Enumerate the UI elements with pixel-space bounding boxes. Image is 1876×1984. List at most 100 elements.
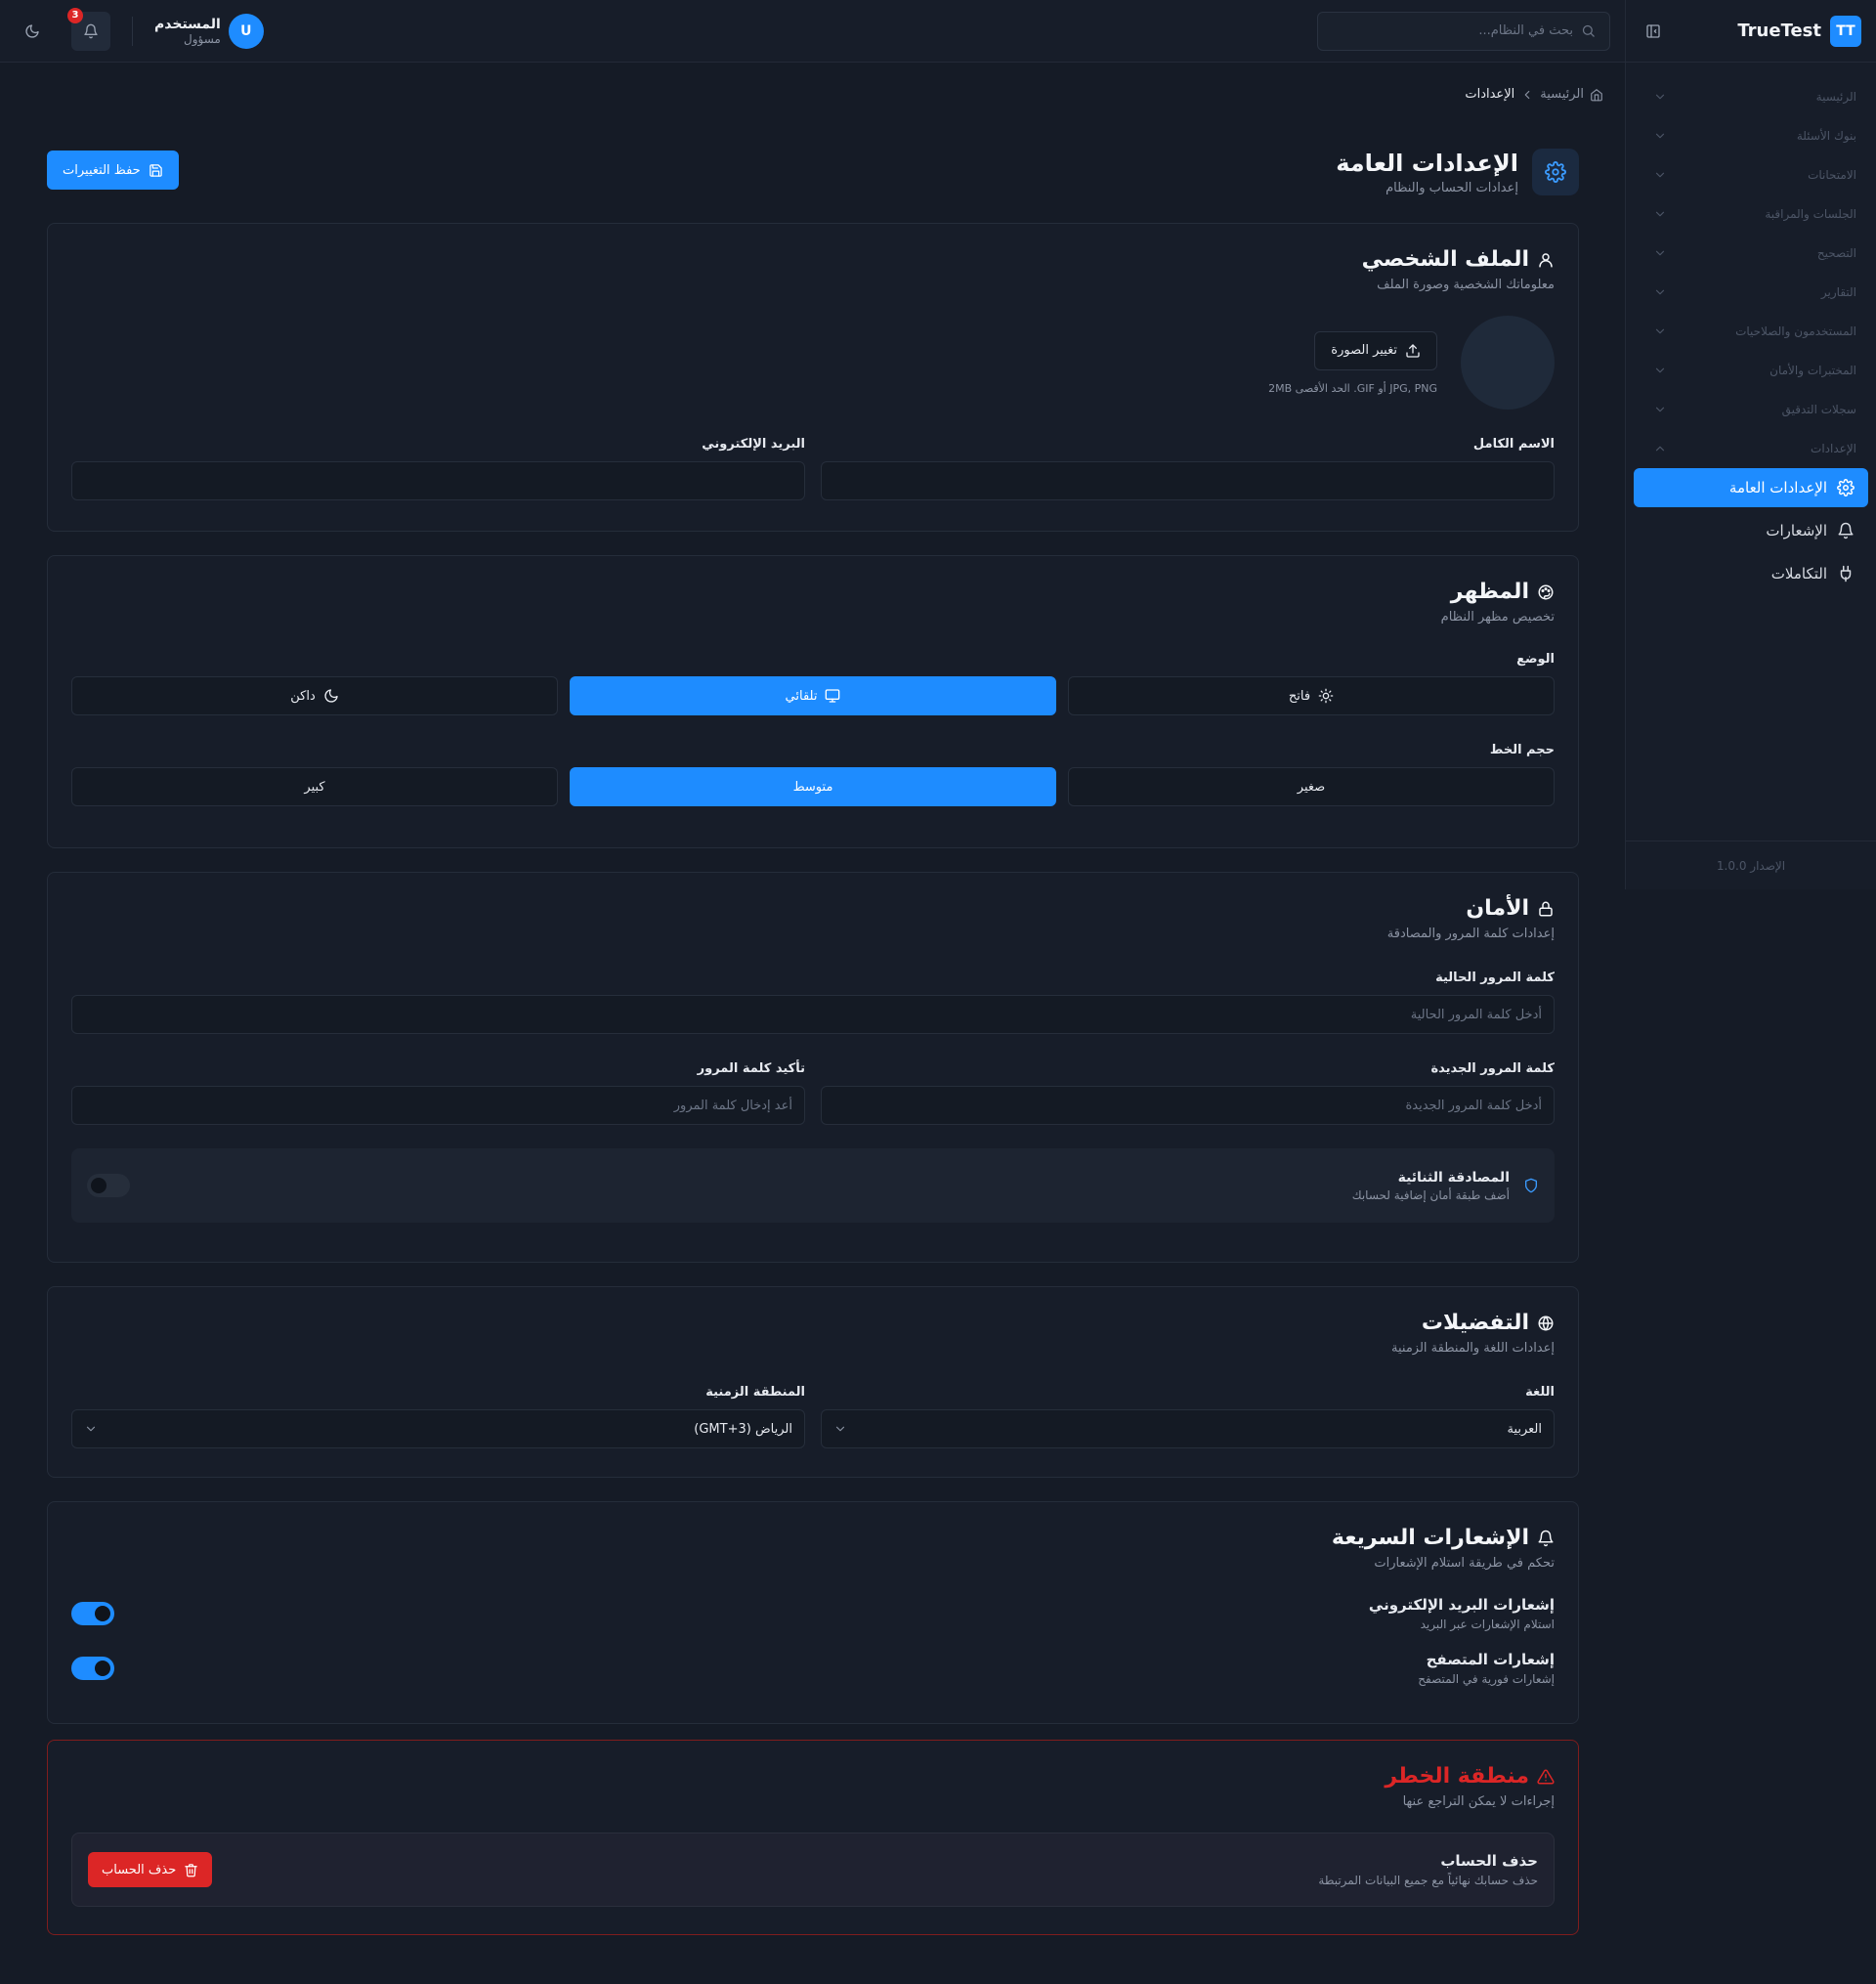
mode-auto-button[interactable]: تلقائي <box>570 676 1056 715</box>
delete-account-text: حذف الحساب حذف حسابك نهائياً مع جميع الب… <box>1318 1852 1538 1887</box>
sidebar-menu: الرئيسية بنوك الأسئلة الامتحانات الجلسات… <box>1626 63 1876 593</box>
profile-fields: الاسم الكامل البريد الإلكتروني <box>71 437 1555 500</box>
sidebar: TT TrueTest الرئيسية بنوك الأسئلة الامتح… <box>1625 0 1876 889</box>
sidebar-item-settings[interactable]: الإعدادات <box>1626 429 1876 468</box>
sidebar-item-label: المستخدمون والصلاحيات <box>1735 324 1856 338</box>
two-factor-toggle[interactable] <box>87 1174 130 1197</box>
page-subtitle: إعدادات الحساب والنظام <box>1386 180 1518 195</box>
sidebar-item-label: التصحيح <box>1816 246 1856 260</box>
email-group: البريد الإلكتروني <box>71 437 805 500</box>
sidebar-item-label: الإعدادات <box>1811 442 1856 455</box>
quick-notifications-subtitle: تحكم في طريقة استلام الإشعارات <box>1374 1556 1555 1571</box>
sidebar-subitem-general-settings[interactable]: الإعدادات العامة <box>1634 468 1868 507</box>
user-menu[interactable]: U المستخدم مسؤول <box>154 13 264 49</box>
delete-account-button[interactable]: حذف الحساب <box>88 1852 213 1887</box>
page-title-group: الإعدادات العامة إعدادات الحساب والنظام <box>1336 149 1579 195</box>
confirm-password-label: تأكيد كلمة المرور <box>697 1061 805 1076</box>
confirm-password-input[interactable]: أعد إدخال كلمة المرور <box>71 1086 805 1125</box>
sidebar-subitem-label: الإعدادات العامة <box>1728 479 1827 496</box>
save-changes-button[interactable]: حفظ التغييرات <box>47 151 179 190</box>
font-size-label: حجم الخط <box>1489 743 1555 757</box>
email-input[interactable] <box>71 461 805 500</box>
toggle-knob <box>95 1661 110 1676</box>
browser-notifications-toggle[interactable] <box>71 1657 114 1680</box>
sidebar-subitem-label: الإشعارات <box>1766 522 1827 539</box>
preferences-title: التفضيلات <box>71 1311 1555 1335</box>
current-password-label: كلمة المرور الحالية <box>1435 970 1555 985</box>
preferences-subtitle: إعدادات اللغة والمنطقة الزمنية <box>1391 1341 1555 1356</box>
delete-account-subtitle: حذف حسابك نهائياً مع جميع البيانات المرت… <box>1318 1874 1538 1887</box>
photo-controls: تغيير الصورة JPG, PNG أو GIF. الحد الأقص… <box>1268 330 1437 395</box>
security-card: الأمان إعدادات كلمة المرور والمصادقة كلم… <box>47 872 1579 1263</box>
sidebar-item-exams[interactable]: الامتحانات <box>1626 155 1876 194</box>
email-notifications-toggle[interactable] <box>71 1602 114 1625</box>
mode-label: الوضع <box>1516 652 1555 667</box>
mode-light-button[interactable]: فاتح <box>1068 676 1555 715</box>
avatar: U <box>228 13 264 49</box>
font-medium-button[interactable]: متوسط <box>570 767 1056 806</box>
search-input[interactable]: بحث في النظام... <box>1317 11 1610 51</box>
sidebar-subitem-integrations[interactable]: التكاملات <box>1634 554 1868 593</box>
timezone-select[interactable]: الرياض (GMT+3) <box>71 1409 805 1448</box>
moon-icon <box>323 688 339 704</box>
chevron-down-icon <box>1653 246 1667 260</box>
notifications-button[interactable]: 3 <box>67 7 110 51</box>
new-password-fields: كلمة المرور الجديدة أدخل كلمة المرور الج… <box>71 1061 1555 1125</box>
breadcrumb: الرئيسية الإعدادات <box>1465 87 1603 102</box>
user-icon <box>1537 251 1555 269</box>
sidebar-item-reports[interactable]: التقارير <box>1626 273 1876 312</box>
sidebar-item-label: الرئيسية <box>1815 90 1856 104</box>
email-notifications-row: إشعارات البريد الإلكتروني استلام الإشعار… <box>71 1596 1555 1631</box>
preferences-fields: اللغة العربية المنطقة الزمنية الرياض (GM… <box>71 1385 1555 1448</box>
app-name: TrueTest <box>1737 21 1821 41</box>
new-password-input[interactable]: أدخل كلمة المرور الجديدة <box>821 1086 1555 1125</box>
search-icon <box>1581 23 1596 38</box>
sidebar-item-label: التقارير <box>1820 285 1856 299</box>
current-password-input[interactable]: أدخل كلمة المرور الحالية <box>71 995 1555 1034</box>
sidebar-item-label: بنوك الأسئلة <box>1796 129 1856 143</box>
browser-notifications-subtitle: إشعارات فورية في المتصفح <box>1418 1672 1555 1686</box>
sidebar-item-label: الجلسات والمراقبة <box>1765 207 1856 221</box>
change-photo-button[interactable]: تغيير الصورة <box>1314 330 1437 370</box>
breadcrumb-home[interactable]: الرئيسية <box>1540 87 1584 102</box>
language-select[interactable]: العربية <box>821 1409 1555 1448</box>
globe-icon <box>1537 1315 1555 1332</box>
trash-icon <box>184 1863 198 1877</box>
mode-auto-label: تلقائي <box>785 688 818 704</box>
breadcrumb-current: الإعدادات <box>1465 87 1515 102</box>
sidebar-subitem-notifications[interactable]: الإشعارات <box>1634 511 1868 550</box>
timezone-label: المنطقة الزمنية <box>705 1385 805 1400</box>
full-name-group: الاسم الكامل <box>821 437 1555 500</box>
settings-submenu: الإعدادات العامة الإشعارات التكاملات <box>1626 468 1876 593</box>
toggle-knob <box>91 1178 107 1193</box>
sidebar-collapse-icon[interactable] <box>1645 23 1661 39</box>
font-large-button[interactable]: كبير <box>71 767 558 806</box>
chevron-down-icon <box>1653 90 1667 104</box>
sidebar-item-question-banks[interactable]: بنوك الأسئلة <box>1626 116 1876 155</box>
appearance-card: المظهر تخصيص مظهر النظام الوضع فاتح تلقا… <box>47 555 1579 848</box>
header-actions: U المستخدم مسؤول 3 <box>15 7 264 51</box>
font-small-button[interactable]: صغير <box>1068 767 1555 806</box>
sidebar-item-labs[interactable]: المختبرات والأمان <box>1626 351 1876 390</box>
sidebar-item-users[interactable]: المستخدمون والصلاحيات <box>1626 312 1876 351</box>
quick-notifications-title: الإشعارات السريعة <box>71 1526 1555 1550</box>
mode-dark-button[interactable]: داكن <box>71 676 558 715</box>
security-subtitle: إعدادات كلمة المرور والمصادقة <box>1386 927 1555 941</box>
security-title-text: الأمان <box>1466 896 1529 921</box>
theme-toggle-button[interactable] <box>15 14 50 49</box>
sidebar-item-audit-logs[interactable]: سجلات التدقيق <box>1626 390 1876 429</box>
full-name-input[interactable] <box>821 461 1555 500</box>
page-title-text: الإعدادات العامة إعدادات الحساب والنظام <box>1336 150 1518 195</box>
profile-photo[interactable] <box>1461 316 1555 410</box>
two-factor-subtitle: أضف طبقة أمان إضافية لحسابك <box>1351 1187 1510 1202</box>
appearance-title: المظهر <box>71 580 1555 604</box>
sidebar-item-sessions[interactable]: الجلسات والمراقبة <box>1626 194 1876 234</box>
chevron-down-icon <box>1653 168 1667 182</box>
settings-gear-icon <box>1532 149 1579 195</box>
sidebar-item-label: الامتحانات <box>1808 168 1856 182</box>
browser-notifications-title: إشعارات المتصفح <box>1426 1651 1555 1668</box>
app-logo: TT <box>1830 15 1861 47</box>
sidebar-item-grading[interactable]: التصحيح <box>1626 234 1876 273</box>
brand[interactable]: TT TrueTest <box>1737 15 1861 47</box>
sidebar-item-home[interactable]: الرئيسية <box>1626 77 1876 116</box>
